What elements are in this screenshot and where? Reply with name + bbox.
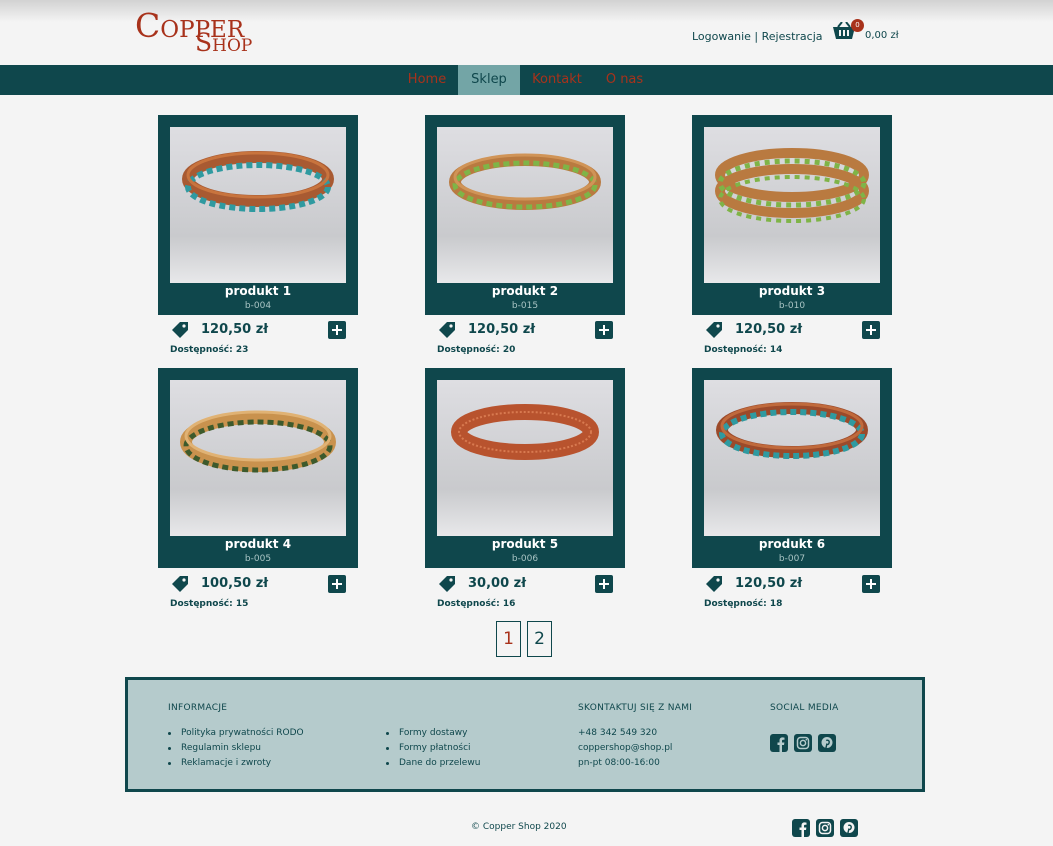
product-code: b-015 [511, 301, 539, 311]
add-to-cart-button[interactable] [595, 575, 613, 593]
product-availability: Dostępność: 15 [170, 599, 249, 609]
footer-link[interactable]: Regulamin sklepu [168, 741, 304, 756]
cart-count-badge: 0 [851, 19, 864, 32]
contact-hours: pn-pt 08:00-16:00 [578, 758, 660, 768]
product-name[interactable]: produkt 4 [158, 537, 358, 551]
product-code: b-005 [244, 554, 272, 564]
product-price: 120,50 zł [735, 576, 803, 591]
footer-link[interactable]: Polityka prywatności RODO [168, 726, 304, 741]
product-availability: Dostępność: 18 [704, 599, 783, 609]
product-card[interactable]: produkt 1 b-004 [158, 115, 358, 315]
product-card[interactable]: produkt 5 b-006 [425, 368, 625, 568]
footer-link[interactable]: Dane do przelewu [386, 756, 480, 771]
footer-info-box: INFORMACJE Polityka prywatności RODO Reg… [125, 677, 925, 792]
auth-separator: | [750, 30, 762, 43]
instagram-icon[interactable] [816, 819, 834, 837]
register-link[interactable]: Rejestracja [762, 30, 823, 43]
footer-link[interactable]: Formy płatności [386, 741, 480, 756]
product-card[interactable]: produkt 3 b-010 [692, 115, 892, 315]
add-to-cart-button[interactable] [595, 321, 613, 339]
product-availability: Dostępność: 23 [170, 345, 249, 355]
price-tag-icon [437, 574, 457, 594]
product-availability: Dostępność: 14 [704, 345, 783, 355]
pagination-page-2[interactable]: 2 [527, 621, 552, 657]
footer-info-list-1: Polityka prywatności RODO Regulamin skle… [168, 726, 304, 771]
product-name[interactable]: produkt 3 [692, 284, 892, 298]
product-photo[interactable] [170, 380, 346, 536]
product-code: b-007 [778, 554, 806, 564]
facebook-icon[interactable] [792, 819, 810, 837]
product-photo[interactable] [170, 127, 346, 283]
product-price: 120,50 zł [468, 322, 536, 337]
login-link[interactable]: Logowanie [692, 30, 751, 43]
price-tag-icon [437, 320, 457, 340]
product-name[interactable]: produkt 2 [425, 284, 625, 298]
nav-o-nas[interactable]: O nas [597, 65, 652, 95]
product-availability: Dostępność: 16 [437, 599, 516, 609]
logo[interactable]: COPPER SHOP [135, 8, 253, 58]
nav-kontakt[interactable]: Kontakt [522, 65, 592, 95]
add-to-cart-button[interactable] [862, 575, 880, 593]
copyright-text: © Copper Shop 2020 [471, 822, 567, 832]
instagram-icon[interactable] [794, 734, 812, 752]
product-card[interactable]: produkt 4 b-005 [158, 368, 358, 568]
product-price: 100,50 zł [201, 576, 269, 591]
product-code: b-010 [778, 301, 806, 311]
footer-contact-list: +48 342 549 320 coppershop@shop.pl pn-pt… [578, 726, 672, 771]
product-photo[interactable] [437, 127, 613, 283]
add-to-cart-button[interactable] [862, 321, 880, 339]
product-price: 30,00 zł [468, 576, 527, 591]
product-name[interactable]: produkt 1 [158, 284, 358, 298]
footer-social-heading: SOCIAL MEDIA [770, 703, 839, 713]
product-name[interactable]: produkt 5 [425, 537, 625, 551]
add-to-cart-button[interactable] [328, 575, 346, 593]
cart-total[interactable]: 0,00 zł [865, 30, 899, 41]
product-name[interactable]: produkt 6 [692, 537, 892, 551]
pagination-page-1[interactable]: 1 [496, 621, 521, 657]
add-to-cart-button[interactable] [328, 321, 346, 339]
nav-home[interactable]: Home [398, 65, 456, 95]
footer-link[interactable]: Formy dostawy [386, 726, 480, 741]
nav-sklep[interactable]: Sklep [458, 65, 520, 95]
main-nav: Home Sklep Kontakt O nas [0, 65, 1053, 95]
product-code: b-004 [244, 301, 272, 311]
product-code: b-006 [511, 554, 539, 564]
product-photo[interactable] [437, 380, 613, 536]
product-photo[interactable] [704, 380, 880, 536]
auth-links: Logowanie | Rejestracja [692, 30, 823, 43]
product-card[interactable]: produkt 2 b-015 [425, 115, 625, 315]
product-photo[interactable] [704, 127, 880, 283]
footer-contact-heading: SKONTAKTUJ SIĘ Z NAMI [578, 703, 693, 713]
footer-info-heading: INFORMACJE [168, 703, 228, 713]
facebook-icon[interactable] [770, 734, 788, 752]
price-tag-icon [170, 320, 190, 340]
footer-link[interactable]: Reklamacje i zwroty [168, 756, 304, 771]
pinterest-icon[interactable] [818, 734, 836, 752]
product-availability: Dostępność: 20 [437, 345, 516, 355]
price-tag-icon [170, 574, 190, 594]
price-tag-icon [704, 574, 724, 594]
logo-word-shop: SHOP [195, 28, 253, 57]
pinterest-icon[interactable] [840, 819, 858, 837]
contact-phone[interactable]: +48 342 549 320 [578, 726, 672, 741]
product-price: 120,50 zł [735, 322, 803, 337]
price-tag-icon [704, 320, 724, 340]
product-card[interactable]: produkt 6 b-007 [692, 368, 892, 568]
contact-email[interactable]: coppershop@shop.pl [578, 741, 672, 756]
product-price: 120,50 zł [201, 322, 269, 337]
footer-info-list-2: Formy dostawy Formy płatności Dane do pr… [386, 726, 480, 771]
